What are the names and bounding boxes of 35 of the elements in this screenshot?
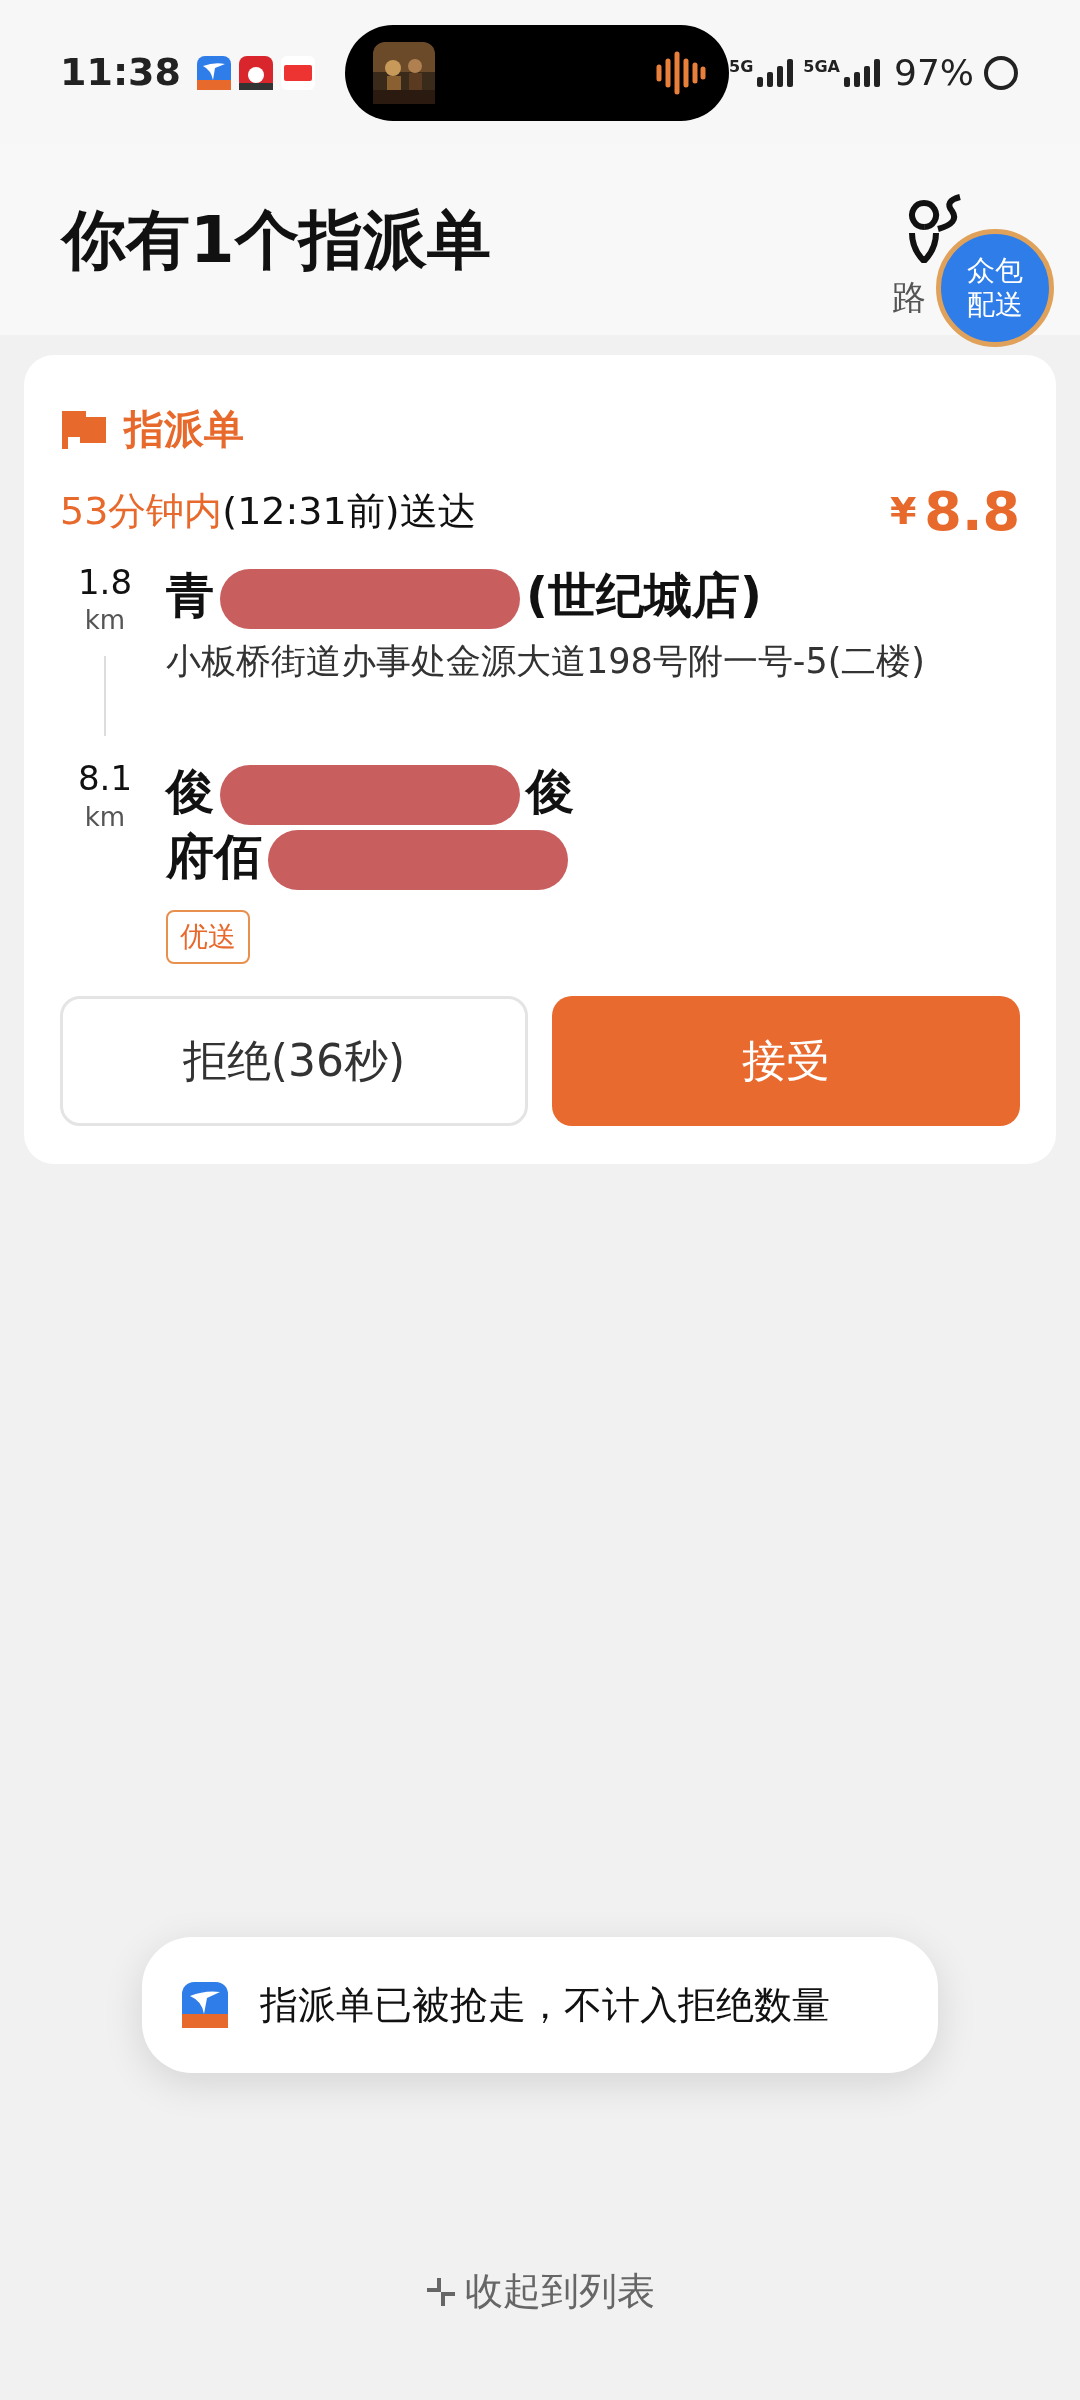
distance-value: 8.1 [77, 760, 133, 798]
network-label: 5G [729, 58, 754, 75]
distance-value: 1.8 [77, 564, 133, 602]
status-time: 11:38 [60, 49, 181, 96]
accept-button[interactable]: 接受 [552, 996, 1020, 1127]
page-title: 你有1个指派单 [62, 202, 491, 279]
reject-button[interactable]: 拒绝(36秒) [60, 996, 528, 1127]
sound-wave-icon [655, 50, 708, 95]
deadline-duration: 53分钟内 [60, 488, 223, 535]
order-type-label: 指派单 [124, 405, 244, 454]
distance-unit: km [84, 604, 126, 638]
collapse-icon [425, 2275, 457, 2308]
battery-ring-icon [982, 53, 1020, 92]
network-label: 5GA [803, 58, 840, 75]
deadline-time: (12:31前)送达 [222, 488, 476, 535]
signal-icon [844, 58, 882, 87]
route-label: 路 [892, 276, 926, 319]
signal-icon [757, 58, 796, 87]
toast-message: 指派单已被抢走，不计入拒绝数量 [260, 1981, 830, 2029]
bird-app-icon [196, 55, 231, 90]
flag-icon [60, 409, 108, 449]
currency-symbol: ¥ [889, 488, 917, 535]
store-name-text: (世纪城店) [526, 567, 762, 623]
store-name-text: 俊 [166, 763, 214, 820]
collapse-link[interactable]: 收起到列表 [425, 2263, 655, 2320]
store-name-text: 府佰 [166, 828, 262, 885]
battery-percent: 97% [894, 50, 974, 95]
store-name-text: 俊 [526, 763, 574, 820]
order-price: 8.8 [924, 484, 1020, 539]
distance-unit: km [84, 800, 126, 834]
priority-tag: 优送 [166, 910, 250, 965]
store-name-text: 青 [166, 567, 214, 623]
address-text: 小板桥街道办事处金源大道198号附一号-5(二楼) [166, 640, 926, 683]
bird-app-icon [182, 1982, 228, 2028]
crowd-delivery-badge[interactable]: 众包配送 [936, 229, 1054, 347]
